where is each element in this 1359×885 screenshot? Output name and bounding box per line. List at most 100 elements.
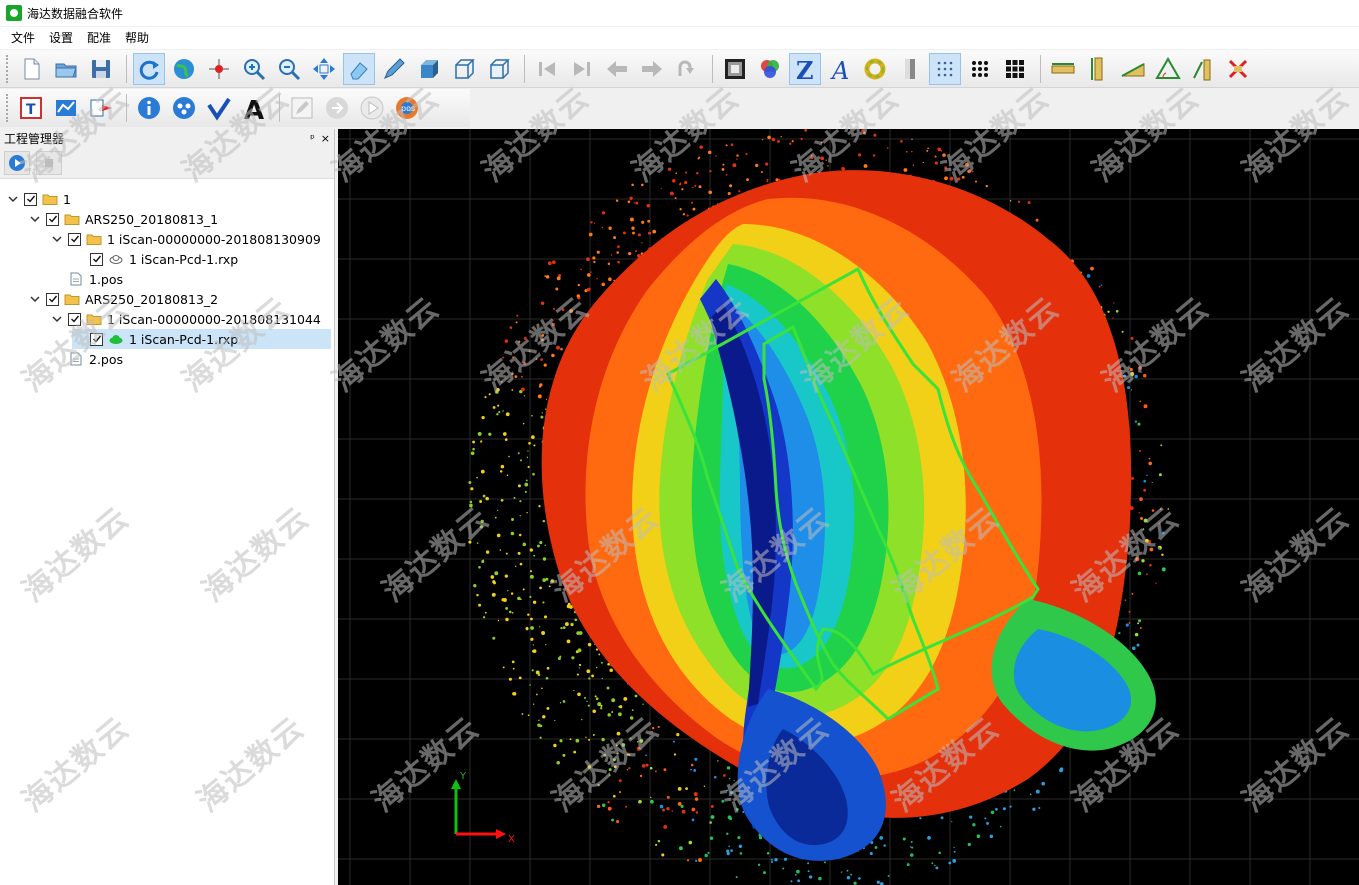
text-a-button[interactable]: A	[238, 92, 270, 124]
node-checkbox[interactable]	[90, 252, 103, 266]
node-checkbox[interactable]	[90, 332, 103, 346]
edit-button[interactable]	[286, 92, 318, 124]
tree-node[interactable]: 1 iScan-00000000-201808130909	[50, 229, 321, 249]
cube-wire-button[interactable]	[448, 53, 480, 85]
arrow-left-button[interactable]	[601, 53, 633, 85]
scatter-point	[595, 697, 599, 701]
rotate-button[interactable]	[671, 53, 703, 85]
scatter-point	[550, 579, 555, 583]
play-button[interactable]	[356, 92, 388, 124]
node-checkbox[interactable]	[46, 292, 59, 306]
scatter-point	[488, 432, 492, 436]
cube-outline-button[interactable]	[483, 53, 515, 85]
clear-measure-button[interactable]	[1222, 53, 1254, 85]
new-file-button[interactable]	[15, 53, 47, 85]
globe-button[interactable]	[168, 53, 200, 85]
import-tool-button[interactable]	[85, 92, 117, 124]
node-checkbox[interactable]	[46, 212, 59, 226]
node-checkbox[interactable]	[24, 192, 37, 206]
slope-button[interactable]	[1117, 53, 1149, 85]
secondary-toolbar: T Apos	[0, 89, 470, 127]
expand-chevron-icon[interactable]	[50, 312, 64, 326]
tree-node[interactable]: 1 iScan-Pcd-1.rxp	[72, 329, 331, 349]
info-button[interactable]	[133, 92, 165, 124]
expand-chevron-icon[interactable]	[6, 192, 20, 206]
pin-icon[interactable]: ᵖ	[310, 132, 315, 145]
check-v-button[interactable]	[203, 92, 235, 124]
node-checkbox[interactable]	[68, 312, 81, 326]
tree-node[interactable]: 1	[6, 189, 71, 209]
scatter-point	[539, 736, 542, 739]
gray-square-button[interactable]	[719, 53, 751, 85]
toolbar-grip[interactable]	[6, 54, 11, 83]
save-button[interactable]	[85, 53, 117, 85]
dots-dense-button[interactable]	[999, 53, 1031, 85]
color-z-button[interactable]: Z	[789, 52, 821, 85]
pos-badge-button[interactable]: pos	[391, 92, 423, 124]
expand-chevron-icon[interactable]	[28, 212, 42, 226]
vertical-ruler-button[interactable]	[1082, 53, 1114, 85]
network-button[interactable]	[168, 92, 200, 124]
tree-node[interactable]: ARS250_20180813_2	[28, 289, 218, 309]
scatter-point	[535, 670, 540, 675]
step-first-button[interactable]	[531, 53, 563, 85]
scatter-point	[846, 869, 849, 872]
dots-medium-button[interactable]	[964, 53, 996, 85]
pos-tool-button[interactable]	[50, 92, 82, 124]
scatter-point	[1035, 218, 1039, 222]
menu-registration[interactable]: 配准	[80, 27, 118, 49]
zoom-out-button[interactable]	[273, 53, 305, 85]
dots-sparse-button[interactable]	[929, 52, 961, 85]
scatter-point	[975, 180, 977, 183]
scatter-point	[652, 726, 655, 730]
zoom-in-button[interactable]	[238, 53, 270, 85]
play-scan-button[interactable]	[4, 150, 30, 175]
toolbar-grip[interactable]	[6, 94, 11, 122]
menu-help[interactable]: 帮助	[118, 27, 156, 49]
menu-settings[interactable]: 设置	[42, 27, 80, 49]
scatter-point	[527, 714, 530, 717]
cube-solid-button[interactable]	[413, 53, 445, 85]
expand-chevron-icon[interactable]	[50, 232, 64, 246]
scatter-point	[524, 482, 529, 487]
refresh-button[interactable]	[133, 52, 165, 85]
text-tool-button[interactable]: T	[15, 92, 47, 124]
scatter-point	[476, 593, 479, 597]
rotate-icon	[678, 60, 694, 76]
tree-node[interactable]: 1 iScan-Pcd-1.rxp	[72, 249, 238, 269]
step-last-button[interactable]	[566, 53, 598, 85]
scatter-point	[1148, 457, 1151, 460]
scatter-point	[765, 162, 769, 166]
scatter-point	[879, 836, 884, 840]
tree-node[interactable]: 1 iScan-00000000-201808131044	[50, 309, 321, 329]
point-cloud-viewport[interactable]: Y X	[338, 129, 1359, 885]
measure-ruler-button[interactable]	[1047, 53, 1079, 85]
gray-bar-button[interactable]	[894, 53, 926, 85]
close-icon[interactable]: ×	[321, 132, 330, 145]
scatter-point	[512, 692, 516, 696]
angle-button[interactable]	[1152, 53, 1184, 85]
node-checkbox[interactable]	[68, 232, 81, 246]
scatter-point	[533, 554, 536, 557]
zoom-extent-button[interactable]	[308, 53, 340, 85]
point-pick-button[interactable]	[203, 53, 235, 85]
menu-file[interactable]: 文件	[4, 27, 42, 49]
tree-node[interactable]: 2.pos	[50, 349, 123, 369]
scatter-point	[571, 656, 575, 660]
tree-node[interactable]: ARS250_20180813_1	[28, 209, 218, 229]
link-button[interactable]	[321, 92, 353, 124]
open-folder-button[interactable]	[50, 53, 82, 85]
color-a-button[interactable]: A	[824, 53, 856, 85]
eraser-button[interactable]	[343, 52, 375, 85]
scatter-point	[1124, 599, 1126, 601]
expand-chevron-icon[interactable]	[28, 292, 42, 306]
scatter-point	[515, 321, 518, 324]
rgb-color-button[interactable]	[754, 53, 786, 85]
scatter-point	[591, 674, 595, 678]
pen-button[interactable]	[378, 53, 410, 85]
arrow-right-button[interactable]	[636, 53, 668, 85]
height-button[interactable]	[1187, 53, 1219, 85]
ring-button[interactable]	[859, 53, 891, 85]
stop-scan-button[interactable]	[36, 150, 62, 175]
tree-node[interactable]: 1.pos	[50, 269, 123, 289]
